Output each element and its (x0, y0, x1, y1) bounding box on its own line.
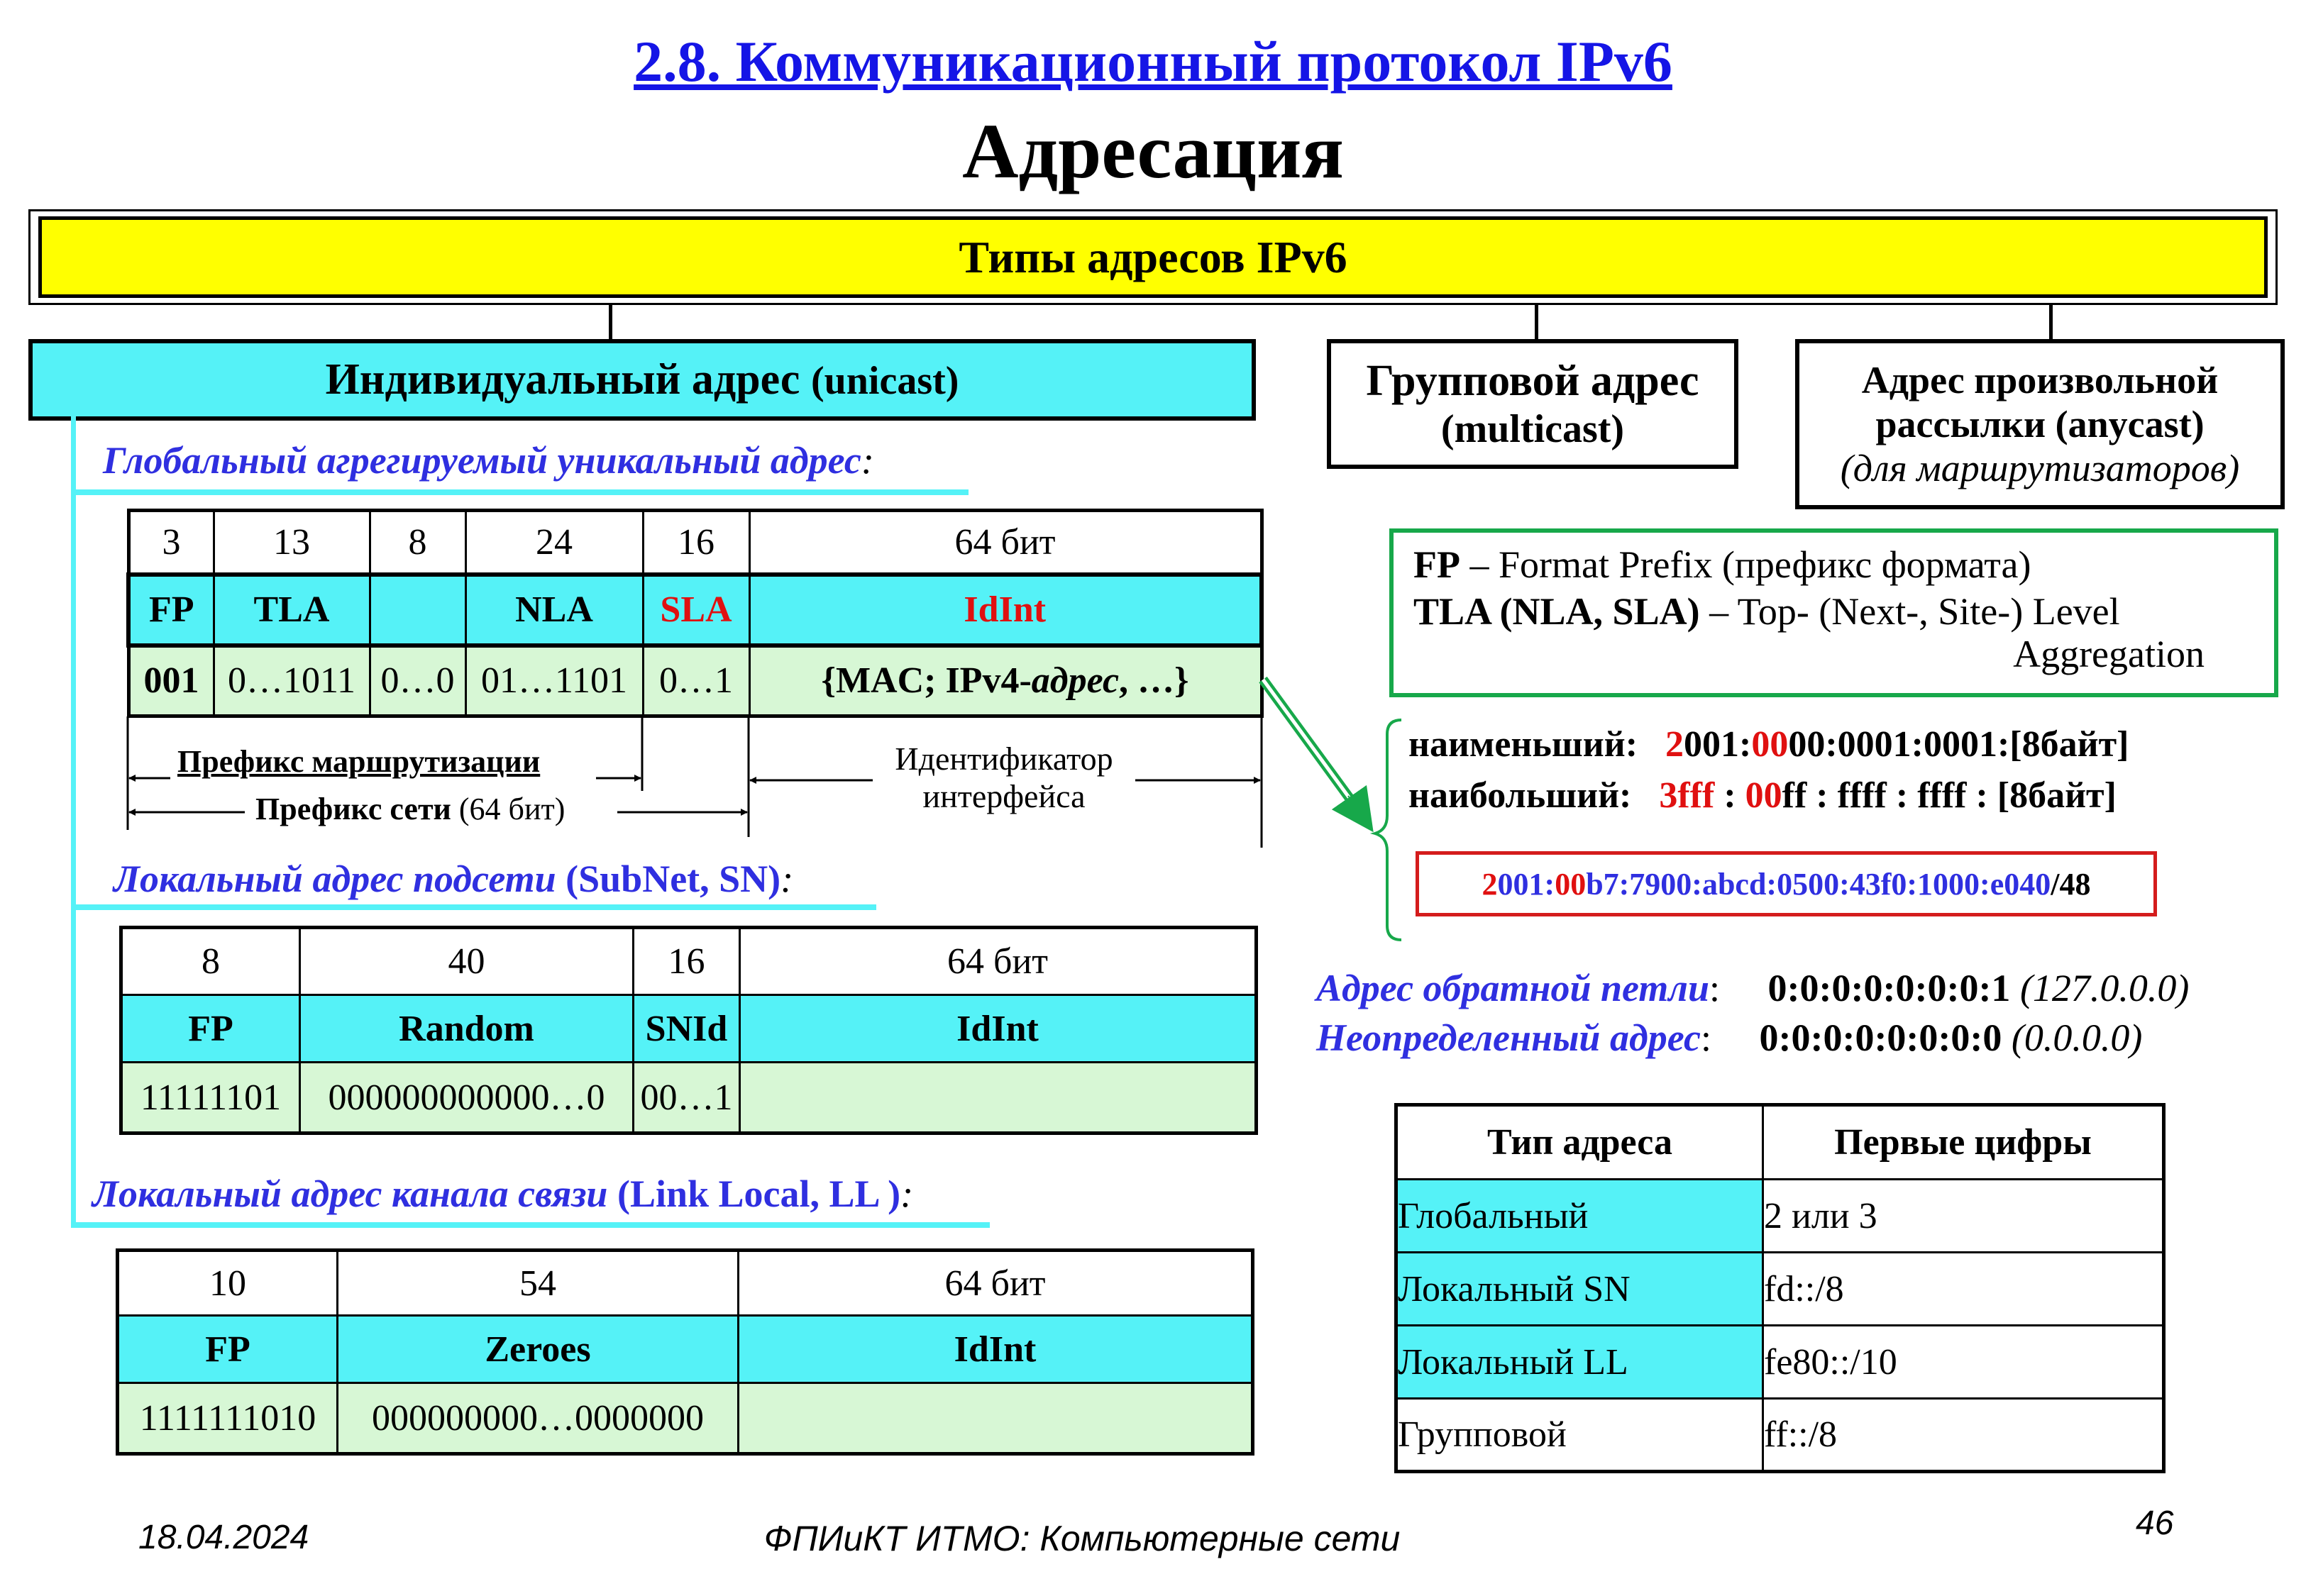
prefix-digits-cell: 2 или 3 (1762, 1178, 2165, 1253)
prefix-digits-cell: ff::/8 (1762, 1397, 2165, 1473)
value-cell (739, 1061, 1257, 1134)
field-cell: Zeroes (336, 1314, 739, 1384)
bits-cell: 64 бит (737, 1249, 1254, 1317)
value-cell: 11111101 (120, 1061, 301, 1134)
page-number: 46 (2136, 1504, 2174, 1542)
legend-box: FP – Format Prefix (префикс формата) TLA… (1389, 528, 2278, 697)
example-address-box: 2 001: 00 b7:7900:abcd:0500:43f0:1000:e040/… (1416, 851, 2157, 916)
bits-cell: 40 (299, 926, 634, 996)
prefix-digits-cell: fd::/8 (1762, 1251, 2165, 1326)
field-cell: IdInt (739, 994, 1257, 1063)
prefix-type-cell: Локальный SN (1395, 1251, 1764, 1326)
value-cell: 000000000…0000000 (336, 1382, 739, 1455)
field-cell: Random (299, 994, 634, 1063)
bits-cell: 10 (116, 1249, 338, 1317)
subnet-heading: Локальный адрес подсети (SubNet, SN): (114, 858, 794, 900)
value-cell: 00…1 (632, 1061, 741, 1134)
prefix-table: Тип адреса Первые цифры Глобальный 2 или… (1394, 1103, 2166, 1473)
prefix-digits-cell: fe80::/10 (1762, 1324, 2165, 1400)
range-min: наименьший: 2001:0000:0001:0001:[8байт] (1408, 724, 2129, 765)
prefix-table-header: Первые цифры (1762, 1104, 2165, 1180)
subnet-heading-underline (71, 904, 876, 910)
field-cell: SNId (632, 994, 741, 1063)
value-cell: 000000000000…0 (299, 1061, 634, 1134)
prefix-type-cell: Локальный LL (1395, 1324, 1764, 1400)
prefix-type-cell: Глобальный (1395, 1178, 1764, 1253)
bits-cell: 16 (632, 926, 741, 996)
subnet-table: 8 40 16 64 бит FP Random SNId IdInt 11111101… (119, 926, 1258, 1135)
field-cell: IdInt (737, 1314, 1254, 1384)
value-cell (737, 1382, 1254, 1455)
linklocal-heading: Локальный адрес канала связи (Link Local… (92, 1173, 914, 1215)
loopback-line: Адрес обратной петли: 0:0:0:0:0:0:0:1 (1… (1316, 967, 2190, 1009)
routing-prefix-label: Префикс маршрутизации (177, 744, 541, 779)
footer-text: ФПИиКТ ИТМО: Компьютерные сети (763, 1519, 1401, 1558)
field-cell: FP (116, 1314, 338, 1384)
field-cell: FP (120, 994, 301, 1063)
value-cell: 1111111010 (116, 1382, 338, 1455)
linklocal-table: 10 54 64 бит FP Zeroes IdInt 1111111010 000… (116, 1248, 1254, 1456)
bits-cell: 64 бит (739, 926, 1257, 996)
range-max: наибольший: 3fff : 00ff : ffff : ffff : … (1408, 775, 2117, 816)
bits-cell: 8 (120, 926, 301, 996)
network-prefix-label: Префикс сети (64 бит) (255, 792, 566, 826)
unspecified-line: Неопределенный адрес: 0:0:0:0:0:0:0:0 (0… (1316, 1016, 2143, 1059)
bits-cell: 54 (336, 1249, 739, 1317)
prefix-type-cell: Групповой (1395, 1397, 1764, 1473)
interface-id-label: Идентификатор интерфейса (895, 741, 1113, 814)
prefix-table-header: Тип адреса (1395, 1104, 1764, 1180)
linklocal-heading-underline (71, 1222, 990, 1228)
